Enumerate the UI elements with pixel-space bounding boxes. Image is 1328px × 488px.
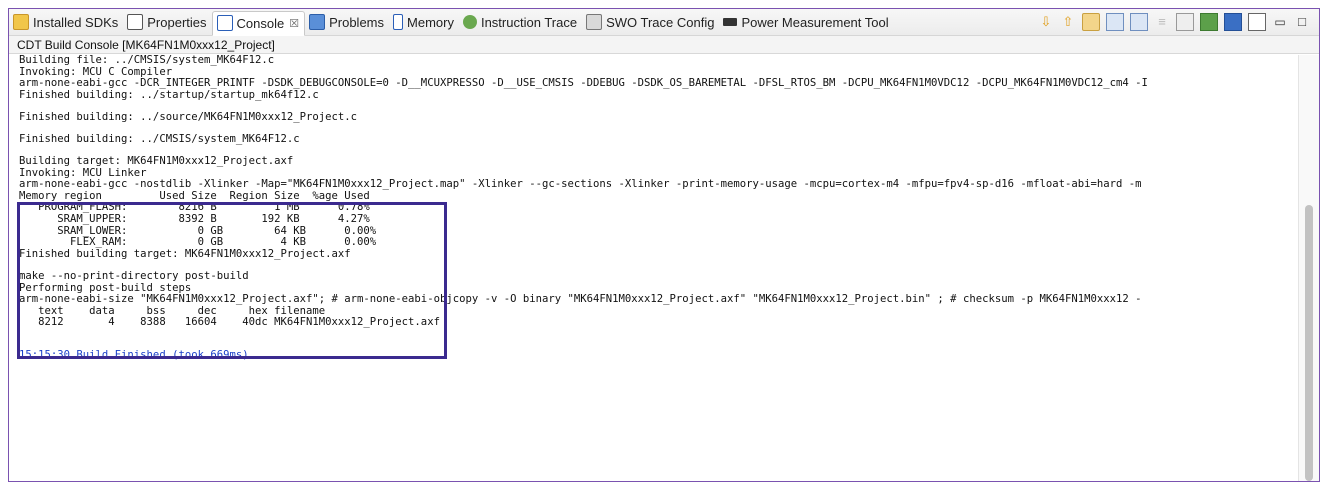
scrollbar-thumb[interactable] [1305, 205, 1313, 481]
console-line: arm-none-eabi-size "MK64FN1M0xxx12_Proje… [19, 293, 1142, 306]
power-icon [723, 18, 738, 26]
maximize-icon[interactable]: □ [1294, 14, 1310, 30]
tab-installed-sdks[interactable]: Installed SDKs [9, 10, 123, 34]
tab-swo-trace-config[interactable]: SWO Trace Config [582, 10, 719, 34]
tab-memory[interactable]: Memory [389, 10, 459, 34]
tab-properties[interactable]: Properties [123, 10, 211, 34]
console-line: make --no-print-directory post-build [19, 269, 249, 282]
tab-label: SWO Trace Config [606, 14, 715, 30]
tab-label: Power Measurement Tool [741, 14, 889, 30]
properties-icon [127, 14, 144, 30]
close-icon[interactable]: ☒ [289, 17, 299, 30]
display-selected-console-icon[interactable] [1224, 13, 1242, 31]
console-output[interactable]: Building file: ../CMSIS/system_MK64F12.c… [9, 55, 1299, 481]
tab-console[interactable]: Console ☒ [211, 10, 306, 36]
sdk-icon [13, 14, 29, 30]
minimize-icon[interactable]: ▭ [1272, 14, 1288, 30]
vertical-scrollbar[interactable] [1298, 55, 1319, 481]
console-line: Finished building: ../CMSIS/system_MK64F… [19, 132, 300, 145]
console-icon [216, 15, 233, 31]
console-view-panel: Installed SDKs Properties Console ☒ Prob… [8, 8, 1320, 482]
console-line: 15:15:30 Build Finished (took 669ms) [19, 348, 249, 361]
pin-console-icon[interactable] [1176, 13, 1194, 31]
upload-arrow-icon[interactable]: ⇧ [1060, 14, 1076, 30]
console-line: Building file: ../CMSIS/system_MK64F12.c [19, 55, 275, 66]
tab-label: Console [236, 15, 285, 31]
tab-instruction-trace[interactable]: Instruction Trace [459, 10, 582, 34]
scroll-lock-icon[interactable] [1082, 13, 1100, 31]
tab-problems[interactable]: Problems [305, 10, 389, 34]
console-line: 8212 4 8388 16604 40dc MK64FN1M0xxx12_Pr… [19, 316, 440, 329]
clear-console-icon[interactable] [1130, 13, 1148, 31]
tab-power-measurement-tool[interactable]: Power Measurement Tool [719, 10, 893, 34]
tab-label: Installed SDKs [33, 14, 119, 30]
word-wrap-icon[interactable]: ≡ [1154, 14, 1170, 30]
console-toolbar: ⇩ ⇧ ≡ ▭ □ [1035, 13, 1319, 31]
console-line: SRAM_UPPER: 8392 B 192 KB 4.27% [19, 213, 370, 226]
console-line: Building target: MK64FN1M0xxx12_Project.… [19, 155, 294, 168]
tab-label: Memory [407, 14, 454, 30]
view-tab-bar: Installed SDKs Properties Console ☒ Prob… [9, 9, 1319, 36]
tab-label: Properties [147, 14, 207, 30]
open-console-icon[interactable] [1248, 13, 1266, 31]
console-line: Finished building: ../startup/startup_mk… [19, 88, 319, 101]
show-console-icon[interactable] [1106, 13, 1124, 31]
console-line: Finished building target: MK64FN1M0xxx12… [19, 247, 351, 260]
tab-label: Instruction Trace [480, 14, 578, 30]
download-arrow-icon[interactable]: ⇩ [1038, 14, 1054, 30]
console-line: Finished building: ../source/MK64FN1M0xx… [19, 110, 358, 123]
memory-icon [393, 14, 404, 30]
instruction-trace-icon [462, 15, 477, 29]
swo-icon [586, 14, 603, 30]
console-title: CDT Build Console [MK64FN1M0xxx12_Projec… [9, 36, 1319, 54]
new-console-icon[interactable] [1200, 13, 1218, 31]
tab-label: Problems [329, 14, 385, 30]
problems-icon [309, 14, 326, 30]
